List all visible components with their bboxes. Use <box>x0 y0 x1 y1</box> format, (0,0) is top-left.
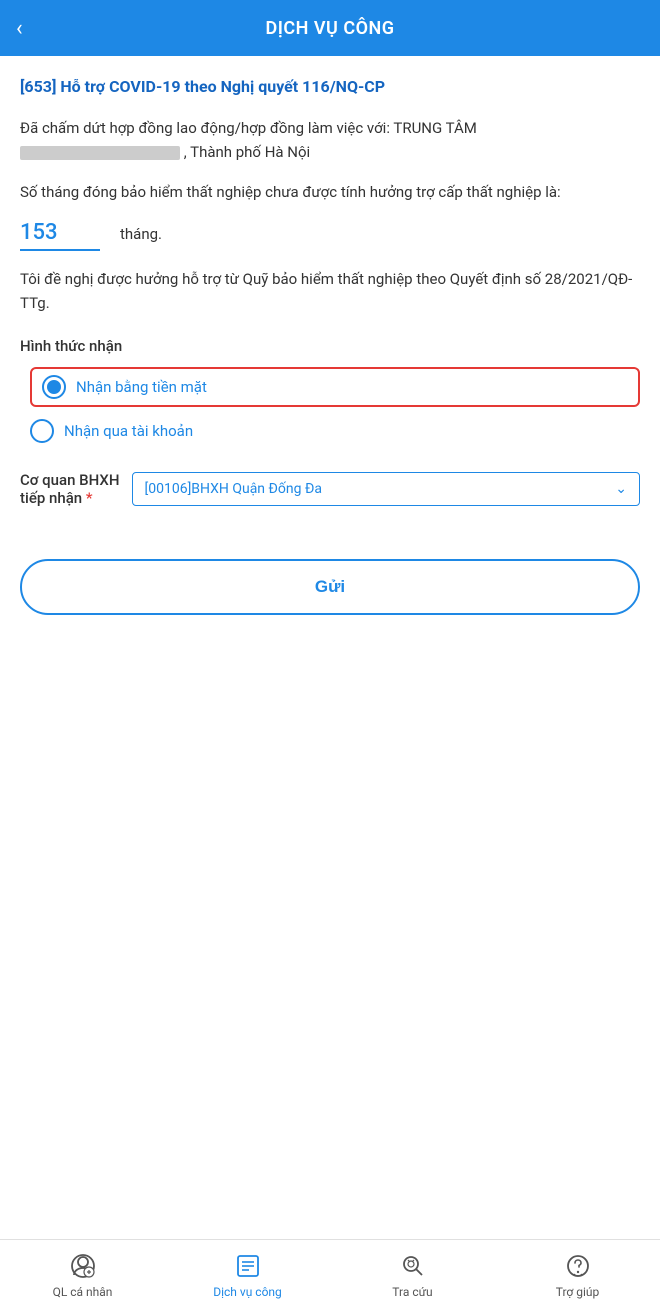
nav-label-tro-giup: Trợ giúp <box>556 1285 600 1299</box>
nav-item-tra-cuu[interactable]: Tra cứu <box>330 1251 495 1299</box>
nav-label-dich-vu-cong: Dịch vụ công <box>213 1285 282 1299</box>
tra-cuu-icon <box>398 1251 428 1281</box>
months-value[interactable]: 153 <box>20 220 100 251</box>
payment-method-label: Hình thức nhận <box>20 337 640 355</box>
header-title: DỊCH VỤ CÔNG <box>0 18 660 39</box>
dich-vu-cong-icon <box>233 1251 263 1281</box>
radio-label-cash: Nhận bằng tiền mặt <box>76 378 207 396</box>
support-request-text: Tôi đề nghị được hưởng hỗ trợ từ Quỹ bảo… <box>20 267 640 315</box>
radio-circle-account <box>30 419 54 443</box>
months-unit: tháng. <box>120 225 162 243</box>
contract-text: Đã chấm dứt hợp đồng lao động/hợp đồng l… <box>20 116 640 164</box>
nav-item-dich-vu-cong[interactable]: Dịch vụ công <box>165 1251 330 1299</box>
redacted-org-name <box>20 146 180 160</box>
payment-method-group: Nhận bằng tiền mặt Nhận qua tài khoản <box>20 367 640 443</box>
main-content: [653] Hỗ trợ COVID-19 theo Nghị quyết 11… <box>0 56 660 1239</box>
app-header: ‹ DỊCH VỤ CÔNG <box>0 0 660 56</box>
tro-giup-icon <box>563 1251 593 1281</box>
nav-item-ql-ca-nhan[interactable]: QL cá nhân <box>0 1251 165 1299</box>
required-star: * <box>86 489 93 507</box>
ql-ca-nhan-icon <box>68 1251 98 1281</box>
nav-label-tra-cuu: Tra cứu <box>392 1285 432 1299</box>
radio-option-cash[interactable]: Nhận bằng tiền mặt <box>30 367 640 407</box>
submit-button[interactable]: Gửi <box>20 559 640 615</box>
insurance-months-desc: Số tháng đóng bảo hiểm thất nghiệp chưa … <box>20 180 640 204</box>
months-row: 153 tháng. <box>20 220 640 251</box>
bhxh-agency-dropdown[interactable]: [00106]BHXH Quận Đống Đa ⌄ <box>132 472 640 506</box>
nav-label-ql-ca-nhan: QL cá nhân <box>53 1285 113 1299</box>
chevron-down-icon: ⌄ <box>615 481 627 497</box>
radio-label-account: Nhận qua tài khoản <box>64 422 193 440</box>
radio-option-account[interactable]: Nhận qua tài khoản <box>30 419 640 443</box>
bottom-navigation: QL cá nhân Dịch vụ công Tra cứu <box>0 1239 660 1309</box>
radio-circle-cash <box>42 375 66 399</box>
bhxh-agency-row: Cơ quan BHXHtiếp nhận * [00106]BHXH Quận… <box>20 471 640 507</box>
months-input-wrap: 153 <box>20 220 100 251</box>
bhxh-agency-label: Cơ quan BHXHtiếp nhận * <box>20 471 120 507</box>
section-title: [653] Hỗ trợ COVID-19 theo Nghị quyết 11… <box>20 76 640 98</box>
nav-item-tro-giup[interactable]: Trợ giúp <box>495 1251 660 1299</box>
bhxh-agency-value: [00106]BHXH Quận Đống Đa <box>145 481 608 497</box>
back-button[interactable]: ‹ <box>16 16 23 41</box>
